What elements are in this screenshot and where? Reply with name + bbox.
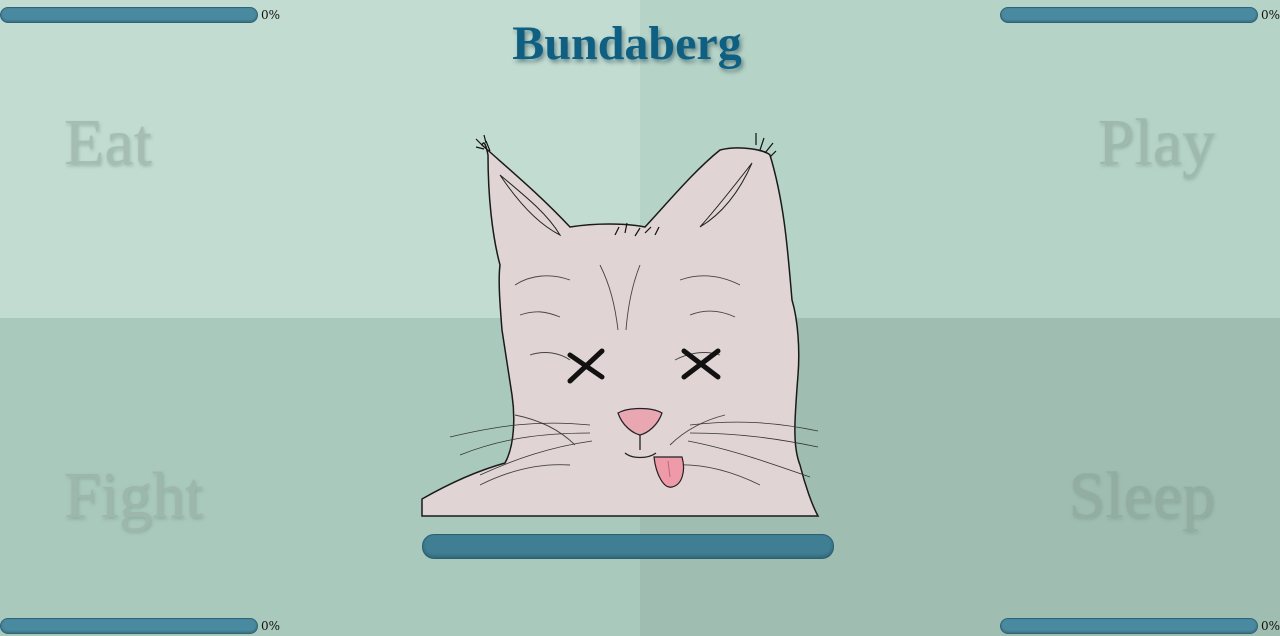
stat-bar-bottom-right: 0% bbox=[1000, 618, 1280, 634]
sleep-label: Sleep bbox=[1068, 459, 1215, 532]
stat-percent: 0% bbox=[261, 619, 281, 633]
stat-percent: 0% bbox=[1261, 8, 1280, 22]
health-bar bbox=[422, 534, 834, 559]
cat-head-icon[interactable] bbox=[420, 115, 820, 520]
stat-track bbox=[0, 618, 258, 634]
play-label: Play bbox=[1097, 106, 1215, 179]
stat-percent: 0% bbox=[1261, 619, 1280, 633]
fight-label: Fight bbox=[64, 459, 204, 532]
stat-track bbox=[1000, 618, 1258, 634]
stat-bar-bottom-left: 0% bbox=[0, 618, 280, 634]
pet-name: Bundaberg bbox=[512, 17, 742, 70]
eat-label: Eat bbox=[64, 106, 152, 179]
